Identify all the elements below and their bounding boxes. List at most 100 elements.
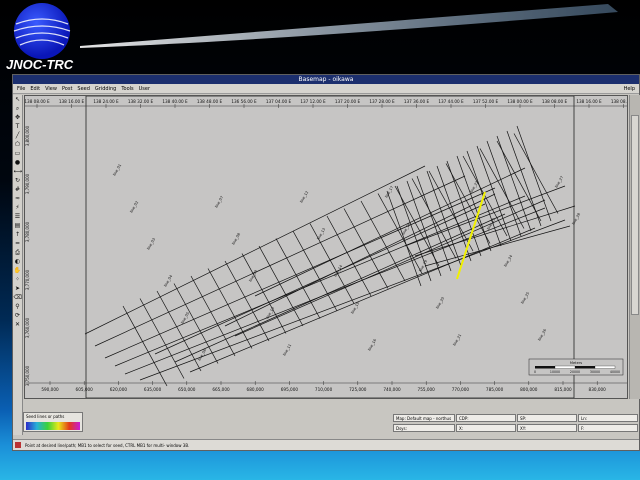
- seismic-line-strike: [104, 187, 496, 359]
- menu-help[interactable]: Help: [624, 84, 635, 94]
- seismic-line-label: line_08: [231, 232, 241, 246]
- colorbar-panel: Seed lines or paths: [23, 412, 83, 432]
- color-icon[interactable]: ◐: [14, 258, 22, 266]
- seismic-line-strike: [94, 175, 466, 347]
- lon-label: 138 08.00 E: [611, 99, 627, 104]
- seismic-line-label: line_28: [571, 212, 581, 226]
- pan-icon[interactable]: ✥: [14, 114, 22, 122]
- lon-label: 138 00.00 E: [507, 99, 533, 104]
- scale-seg: [535, 366, 555, 369]
- seismic-line-dip: [224, 260, 270, 342]
- colorbar-label: Seed lines or paths: [26, 414, 65, 419]
- line-icon[interactable]: ╱: [14, 132, 22, 140]
- seismic-line-dip: [445, 163, 491, 244]
- vertical-scrollbar[interactable]: [629, 95, 640, 399]
- zoom-icon[interactable]: ⌕: [14, 105, 22, 113]
- seismic-line-strike: [154, 203, 486, 355]
- seismic-line-label: line_15: [350, 301, 360, 314]
- lon-label: 137 04.00 E: [266, 99, 292, 104]
- seismic-line-dip: [258, 245, 304, 327]
- easting-label: 830,000: [589, 387, 607, 392]
- menu-edit[interactable]: Edit: [29, 84, 41, 94]
- rotate-icon[interactable]: ↻: [14, 177, 22, 185]
- basemap-window: Basemap - oikawa File Edit View Post Seed Gri…: [12, 74, 640, 451]
- easting-label: 770,000: [452, 387, 470, 392]
- seismic-line-dip: [207, 268, 253, 349]
- easting-label: 620,000: [110, 387, 128, 392]
- lon-label: 138 08.00 E: [25, 99, 50, 104]
- menu-file[interactable]: File: [16, 84, 26, 94]
- seismic-line-label: line_02: [129, 200, 139, 213]
- menu-tools[interactable]: Tools: [120, 84, 134, 94]
- seismic-line-label: line_20: [435, 296, 445, 310]
- easting-label: 695,000: [281, 387, 299, 392]
- measure-icon[interactable]: ⟷: [14, 168, 23, 176]
- print-icon[interactable]: ⎙: [14, 249, 22, 257]
- seismic-line-strike: [224, 193, 496, 327]
- lon-label: 137 28.00 E: [369, 99, 395, 104]
- menu-bar: File Edit View Post Seed Gridding Tools User He…: [13, 84, 639, 94]
- dsys-field: Dsys:: [393, 424, 455, 432]
- menu-gridding[interactable]: Gridding: [94, 84, 117, 94]
- seismic-line-label: line_24: [503, 254, 513, 268]
- lon-label: 138 40.00 E: [162, 99, 188, 104]
- color-scale[interactable]: [26, 422, 80, 430]
- easting-label: 605,000: [76, 387, 94, 392]
- refresh-icon[interactable]: ⟳: [14, 312, 22, 320]
- seismic-line-strike: [114, 195, 526, 367]
- easting-label: 680,000: [247, 387, 265, 392]
- lon-label: 138 48.00 E: [197, 99, 223, 104]
- scale-seg: [554, 365, 576, 369]
- easting-label: 815,000: [554, 387, 572, 392]
- polygon-icon[interactable]: ⬠: [14, 141, 22, 149]
- basemap-canvas[interactable]: 138 08.00 E 138 16.00 E 138 24.00 E 138 32.…: [24, 95, 628, 399]
- arrow-icon[interactable]: ➤: [14, 285, 22, 293]
- hand-icon[interactable]: ✋: [14, 267, 22, 275]
- decorative-streak: [80, 4, 618, 48]
- fault-icon[interactable]: ⚡: [14, 204, 22, 212]
- menu-user[interactable]: User: [138, 84, 151, 94]
- easting-label: 785,000: [486, 387, 504, 392]
- text-icon[interactable]: T: [14, 123, 22, 131]
- easting-label: 755,000: [418, 387, 436, 392]
- jnoc-logo: [13, 3, 71, 59]
- easting-label: 650,000: [178, 387, 196, 392]
- eraser-icon[interactable]: ⌫: [14, 294, 22, 302]
- select-icon[interactable]: ▭: [14, 150, 22, 158]
- menu-seed[interactable]: Seed: [76, 84, 91, 94]
- menu-view[interactable]: View: [44, 84, 58, 94]
- seismic-line-label: line_06: [197, 348, 207, 362]
- scale-bar-tick: 40000: [610, 370, 620, 374]
- seismic-line-label: line_26: [537, 328, 547, 342]
- northing-label: 3,750,000: [25, 365, 30, 386]
- grid-icon[interactable]: #: [14, 186, 22, 194]
- scale-bar-tick: 0: [534, 370, 536, 374]
- seismic-line-map[interactable]: 138 08.00 E 138 16.00 E 138 24.00 E 138 32.…: [25, 96, 627, 398]
- pin-icon[interactable]: ⚲: [14, 303, 22, 311]
- map-field: Map: Default map - northus: [393, 414, 455, 422]
- easting-label: 800,000: [520, 387, 538, 392]
- seismic-line-strike: [124, 207, 546, 375]
- dots-icon[interactable]: ⁘: [14, 276, 22, 284]
- f-field: F:: [578, 424, 638, 432]
- lon-label: 137 44.00 E: [438, 99, 464, 104]
- layer-icon[interactable]: ☰: [14, 213, 22, 221]
- seismic-line-dip: [241, 253, 287, 334]
- close-icon[interactable]: ✕: [14, 321, 22, 329]
- lon-label: 138 24.00 E: [93, 99, 119, 104]
- pointer-icon[interactable]: ↖: [14, 96, 22, 104]
- menu-post[interactable]: Post: [61, 84, 73, 94]
- scale-icon[interactable]: ━: [14, 240, 22, 248]
- status-text: Point at desired line/path; MB1 to selec…: [25, 443, 190, 448]
- north-icon[interactable]: ↑: [14, 231, 22, 239]
- seismic-line-label: line_21: [452, 333, 462, 346]
- well-icon[interactable]: ●: [14, 159, 22, 167]
- lon-label: 138 16.00 E: [59, 99, 85, 104]
- easting-label: 665,000: [212, 387, 230, 392]
- legend-icon[interactable]: ▤: [14, 222, 22, 230]
- scroll-thumb[interactable]: [631, 115, 639, 315]
- seismic-line-label: line_12: [299, 190, 309, 203]
- lon-label: 138 16.00 E: [576, 99, 602, 104]
- contour-icon[interactable]: ≈: [14, 195, 22, 203]
- scale-seg: [575, 366, 595, 369]
